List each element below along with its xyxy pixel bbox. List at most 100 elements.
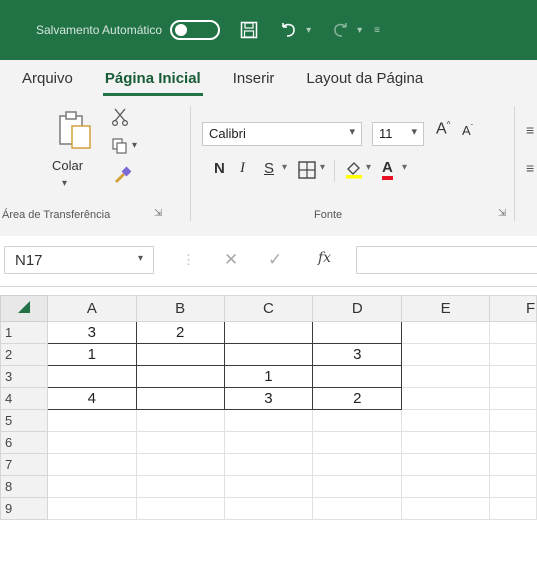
column-header[interactable]: C xyxy=(223,295,314,322)
fill-color-icon[interactable] xyxy=(344,159,364,179)
cell[interactable] xyxy=(223,453,314,476)
cell[interactable] xyxy=(312,431,403,454)
shrink-font-button[interactable]: Aˇ xyxy=(462,123,473,138)
font-launcher-icon[interactable]: ⇲ xyxy=(498,208,506,219)
cell[interactable] xyxy=(312,497,403,520)
redo-icon[interactable] xyxy=(329,19,351,41)
row-header[interactable]: 1 xyxy=(0,321,48,344)
copy-dropdown-icon[interactable]: ▾ xyxy=(132,140,137,151)
row-header[interactable]: 9 xyxy=(0,497,48,520)
cell[interactable] xyxy=(223,343,314,366)
column-header[interactable]: B xyxy=(135,295,225,322)
cell[interactable]: 4 xyxy=(46,387,137,410)
borders-dropdown-icon[interactable]: ▾ xyxy=(320,162,325,173)
cell[interactable] xyxy=(135,475,225,498)
cell[interactable] xyxy=(46,431,137,454)
cut-icon[interactable] xyxy=(112,108,128,126)
cell[interactable] xyxy=(135,431,225,454)
cell[interactable] xyxy=(401,475,490,498)
cell[interactable]: 3 xyxy=(223,387,314,410)
cell[interactable] xyxy=(223,409,314,432)
column-header[interactable]: E xyxy=(401,295,490,322)
row-header[interactable]: 7 xyxy=(0,453,48,476)
tab-layout-da-pagina[interactable]: Layout da Página xyxy=(304,70,425,87)
cell[interactable] xyxy=(135,387,225,410)
fill-color-dropdown-icon[interactable]: ▾ xyxy=(366,162,371,173)
cell[interactable] xyxy=(46,475,137,498)
cell[interactable] xyxy=(401,409,490,432)
tab-pagina-inicial[interactable]: Página Inicial xyxy=(102,70,203,96)
cell[interactable] xyxy=(312,365,403,388)
row-header[interactable]: 6 xyxy=(0,431,48,454)
cell[interactable] xyxy=(488,409,537,432)
cell[interactable] xyxy=(401,453,490,476)
formula-input[interactable] xyxy=(356,246,537,274)
cell[interactable] xyxy=(488,453,537,476)
cell[interactable] xyxy=(135,453,225,476)
cell[interactable]: 3 xyxy=(46,321,137,344)
cancel-icon[interactable]: ✕ xyxy=(224,250,238,270)
cell[interactable] xyxy=(312,475,403,498)
name-box[interactable]: N17 ▾ xyxy=(4,246,154,274)
cell[interactable] xyxy=(488,321,537,344)
bold-button[interactable]: N xyxy=(214,160,225,177)
redo-dropdown-icon[interactable]: ▾ xyxy=(357,25,362,36)
row-header[interactable]: 4 xyxy=(0,387,48,410)
cell[interactable] xyxy=(135,343,225,366)
cell[interactable] xyxy=(312,409,403,432)
cell[interactable] xyxy=(46,409,137,432)
cell[interactable] xyxy=(46,453,137,476)
insert-function-button[interactable]: fx xyxy=(318,250,331,266)
cell[interactable] xyxy=(401,387,490,410)
tab-inserir[interactable]: Inserir xyxy=(231,70,277,87)
cell[interactable] xyxy=(135,409,225,432)
cell[interactable]: 2 xyxy=(312,387,403,410)
font-size-select[interactable]: 11 ▾ xyxy=(372,122,424,146)
cell[interactable]: 2 xyxy=(135,321,225,344)
cell[interactable] xyxy=(135,497,225,520)
cell[interactable] xyxy=(135,365,225,388)
format-painter-icon[interactable] xyxy=(114,166,132,184)
enter-icon[interactable]: ✓ xyxy=(268,250,282,270)
cell[interactable] xyxy=(488,475,537,498)
align-top-icon[interactable]: ≡ xyxy=(526,122,534,138)
cell[interactable] xyxy=(488,387,537,410)
font-color-dropdown-icon[interactable]: ▾ xyxy=(402,162,407,173)
undo-dropdown-icon[interactable]: ▾ xyxy=(306,25,311,36)
cell[interactable]: 3 xyxy=(312,343,403,366)
italic-button[interactable]: I xyxy=(240,160,245,177)
cell[interactable] xyxy=(401,365,490,388)
paste-dropdown-icon[interactable]: ▾ xyxy=(62,178,67,189)
cell[interactable] xyxy=(223,431,314,454)
undo-icon[interactable] xyxy=(278,19,300,41)
cell[interactable] xyxy=(488,365,537,388)
column-header[interactable]: F xyxy=(488,295,537,322)
align-left-icon[interactable]: ≡ xyxy=(526,160,534,176)
cell[interactable] xyxy=(312,321,403,344)
underline-dropdown-icon[interactable]: ▾ xyxy=(282,162,287,173)
cell[interactable]: 1 xyxy=(46,343,137,366)
column-header[interactable]: D xyxy=(312,295,403,322)
cell[interactable] xyxy=(401,343,490,366)
cell[interactable] xyxy=(401,497,490,520)
customize-toolbar-icon[interactable]: ≡ xyxy=(374,25,380,36)
grow-font-button[interactable]: A^ xyxy=(436,120,450,138)
cell[interactable] xyxy=(488,343,537,366)
cell[interactable] xyxy=(223,321,314,344)
font-color-button[interactable]: A xyxy=(382,160,393,180)
row-header[interactable]: 8 xyxy=(0,475,48,498)
borders-icon[interactable] xyxy=(298,161,316,179)
cell[interactable] xyxy=(312,453,403,476)
copy-icon[interactable] xyxy=(112,138,128,154)
cell[interactable] xyxy=(401,321,490,344)
cell[interactable] xyxy=(46,497,137,520)
column-header[interactable]: A xyxy=(46,295,137,322)
row-header[interactable]: 3 xyxy=(0,365,48,388)
cell[interactable] xyxy=(223,475,314,498)
row-header[interactable]: 5 xyxy=(0,409,48,432)
row-header[interactable]: 2 xyxy=(0,343,48,366)
cell[interactable]: 1 xyxy=(223,365,314,388)
cell[interactable] xyxy=(488,431,537,454)
underline-button[interactable]: S xyxy=(264,160,274,177)
cell[interactable] xyxy=(223,497,314,520)
